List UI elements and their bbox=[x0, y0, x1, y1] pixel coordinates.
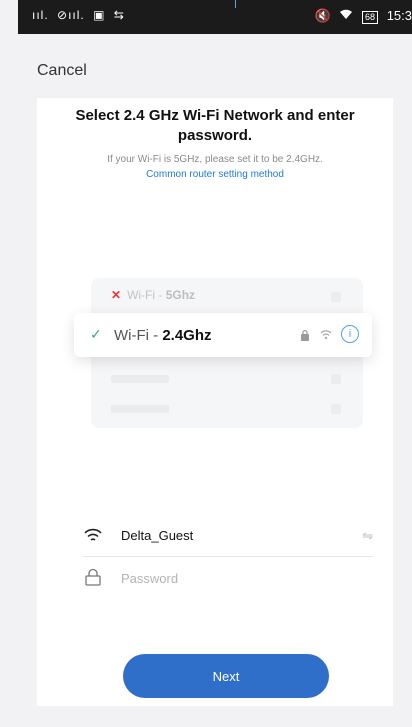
clock: 15:3 bbox=[386, 8, 412, 23]
switch-network-icon[interactable]: ⇋ bbox=[362, 528, 373, 544]
battery-icon: 68 bbox=[362, 11, 379, 24]
wifi-24g-label: Wi-Fi - 2.4Ghz bbox=[114, 327, 212, 344]
ssid-value: Delta_Guest bbox=[121, 528, 194, 543]
wifi-5g-prefix: Wi-Fi - bbox=[127, 288, 166, 302]
image-icon: ▣ bbox=[93, 8, 106, 22]
lock-icon bbox=[85, 568, 101, 586]
wifi-24g-band: 2.4Ghz bbox=[162, 327, 212, 344]
router-setting-link[interactable]: Common router setting method bbox=[37, 169, 393, 180]
status-right: 🔇 68 15:3 bbox=[310, 8, 412, 24]
signal-indicators: ııl. ⊘ııl. ▣ ⇆ bbox=[32, 8, 129, 22]
signal-icon: ııl. bbox=[32, 8, 49, 22]
wifi-5g-band: 5Ghz bbox=[165, 288, 196, 302]
placeholder-icon bbox=[331, 404, 341, 414]
top-divider bbox=[235, 0, 236, 8]
password-field[interactable]: Password bbox=[83, 558, 373, 598]
check-icon: ✓ bbox=[90, 326, 102, 342]
cancel-button[interactable]: Cancel bbox=[37, 62, 87, 80]
status-bar: ııl. ⊘ııl. ▣ ⇆ 🔇 68 15:3 bbox=[18, 0, 412, 34]
mute-icon: 🔇 bbox=[314, 8, 331, 23]
placeholder-icon bbox=[331, 292, 341, 302]
password-placeholder: Password bbox=[121, 571, 179, 586]
signal-2-icon: ⊘ııl. bbox=[57, 8, 85, 22]
ssid-field[interactable]: Delta_Guest ⇋ bbox=[83, 516, 373, 557]
cross-icon: ✕ bbox=[111, 288, 122, 302]
next-button[interactable]: Next bbox=[123, 654, 329, 698]
placeholder-row bbox=[111, 375, 169, 383]
lock-icon bbox=[301, 329, 309, 341]
wifi-signal-icon bbox=[320, 330, 332, 340]
wifi-24g-row: ✓ Wi-Fi - 2.4Ghz i bbox=[74, 313, 372, 357]
wifi-5g-row: ✕ Wi-Fi - 5Ghz bbox=[111, 288, 195, 302]
info-icon: i bbox=[341, 325, 359, 343]
content-card: Select 2.4 GHz Wi-Fi Network and enter p… bbox=[37, 98, 393, 706]
sync-icon: ⇆ bbox=[113, 8, 125, 22]
wifi-status-icon bbox=[339, 8, 357, 23]
hint-text: If your Wi-Fi is 5GHz, please set it to … bbox=[107, 154, 323, 165]
wifi-icon bbox=[84, 528, 102, 541]
placeholder-icon bbox=[331, 374, 341, 384]
header: Cancel bbox=[0, 34, 412, 98]
page-title: Select 2.4 GHz Wi-Fi Network and enter p… bbox=[75, 107, 355, 144]
wifi-24g-prefix: Wi-Fi - bbox=[114, 327, 163, 344]
placeholder-row bbox=[111, 405, 169, 413]
